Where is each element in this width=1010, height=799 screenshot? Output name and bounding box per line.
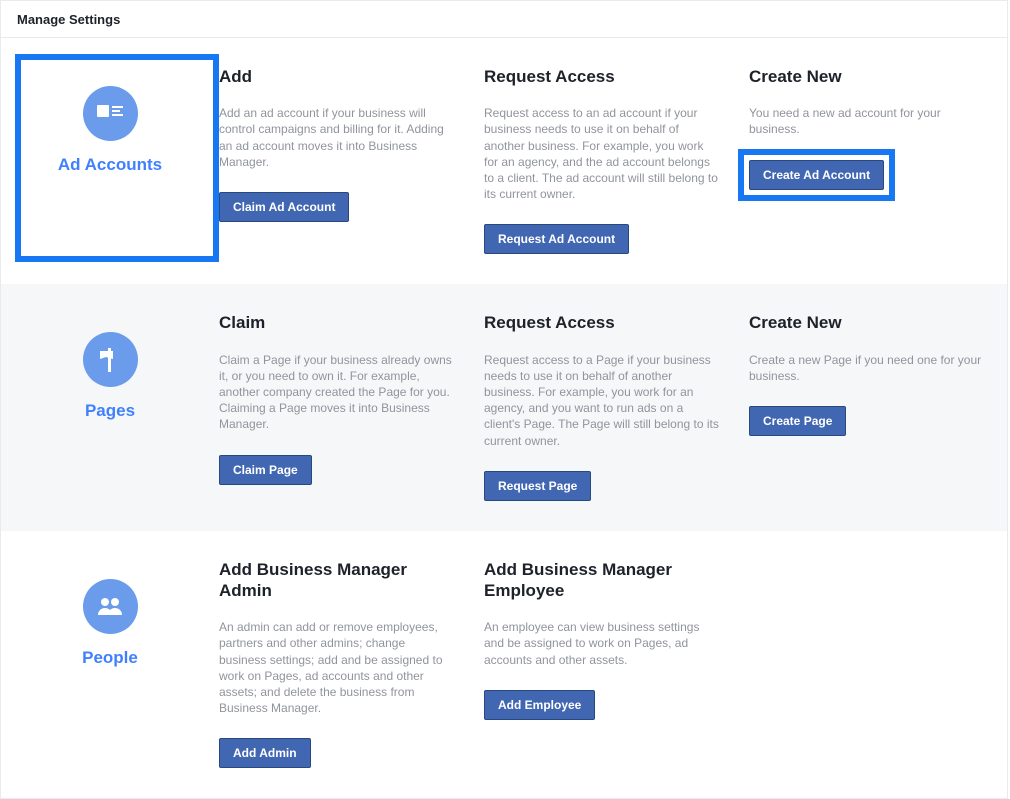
manage-settings-panel: Manage Settings Ad Accounts Add Add an a… (0, 0, 1008, 799)
claim-page-button[interactable]: Claim Page (219, 455, 312, 485)
add-employee-button[interactable]: Add Employee (484, 690, 595, 720)
col-add-ad-account: Add Add an ad account if your business w… (219, 66, 484, 254)
col-desc: Claim a Page if your business already ow… (219, 352, 454, 433)
col-create-ad-account: Create New You need a new ad account for… (749, 66, 1010, 254)
claim-ad-account-button[interactable]: Claim Ad Account (219, 192, 349, 222)
section-people: People Add Business Manager Admin An adm… (1, 531, 1007, 799)
add-admin-button[interactable]: Add Admin (219, 738, 311, 768)
create-ad-account-button[interactable]: Create Ad Account (749, 160, 884, 190)
col-desc: You need a new ad account for your busin… (749, 105, 984, 137)
col-request-ad-account: Request Access Request access to an ad a… (484, 66, 749, 254)
col-title: Add Business Manager Employee (484, 559, 719, 602)
col-desc: Request access to a Page if your busines… (484, 352, 719, 449)
panel-title: Manage Settings (17, 12, 120, 27)
col-desc: Add an ad account if your business will … (219, 105, 454, 170)
section-pages: Pages Claim Claim a Page if your busines… (1, 284, 1007, 530)
request-ad-account-button[interactable]: Request Ad Account (484, 224, 629, 254)
section-lead-pages: Pages (1, 312, 219, 500)
col-title: Create New (749, 66, 984, 87)
pages-icon (83, 332, 138, 387)
people-columns: Add Business Manager Admin An admin can … (219, 559, 1010, 769)
col-add-employee: Add Business Manager Employee An employe… (484, 559, 749, 769)
col-create-page: Create New Create a new Page if you need… (749, 312, 1010, 500)
col-desc: Request access to an ad account if your … (484, 105, 719, 202)
col-title: Create New (749, 312, 984, 333)
section-ad-accounts: Ad Accounts Add Add an ad account if you… (1, 38, 1007, 284)
create-page-button[interactable]: Create Page (749, 406, 846, 436)
section-label: People (82, 648, 138, 668)
ad-accounts-columns: Add Add an ad account if your business w… (219, 66, 1010, 254)
section-lead-ad-accounts: Ad Accounts (1, 66, 219, 254)
col-title: Add Business Manager Admin (219, 559, 454, 602)
col-title: Claim (219, 312, 454, 333)
col-desc: An employee can view business settings a… (484, 619, 719, 668)
col-request-page: Request Access Request access to a Page … (484, 312, 749, 500)
col-desc: An admin can add or remove employees, pa… (219, 619, 454, 716)
section-label: Pages (85, 401, 135, 421)
pages-columns: Claim Claim a Page if your business alre… (219, 312, 1010, 500)
people-icon (83, 579, 138, 634)
section-label: Ad Accounts (58, 155, 162, 175)
col-add-admin: Add Business Manager Admin An admin can … (219, 559, 484, 769)
section-lead-people: People (1, 559, 219, 769)
col-title: Request Access (484, 66, 719, 87)
col-claim-page: Claim Claim a Page if your business alre… (219, 312, 484, 500)
col-title: Add (219, 66, 454, 87)
col-title: Request Access (484, 312, 719, 333)
request-page-button[interactable]: Request Page (484, 471, 591, 501)
col-empty (749, 559, 1010, 769)
ad-accounts-icon (83, 86, 138, 141)
col-desc: Create a new Page if you need one for yo… (749, 352, 984, 384)
panel-header: Manage Settings (1, 1, 1007, 38)
